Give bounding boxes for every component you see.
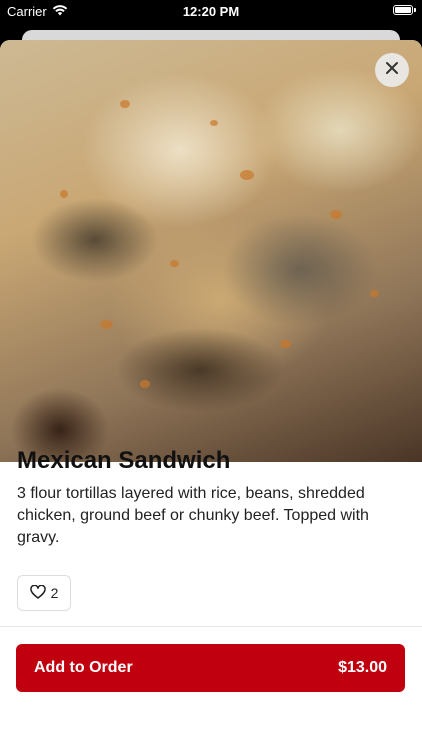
- item-name: Mexican Sandwich: [17, 447, 231, 474]
- divider: [0, 626, 422, 627]
- item-description: 3 flour tortillas layered with rice, bea…: [17, 485, 369, 546]
- close-icon: [385, 61, 399, 80]
- item-info: Mexican Sandwich 3 flour tortillas layer…: [17, 446, 407, 549]
- food-photo: [0, 40, 422, 462]
- status-bar: Carrier 12:20 PM: [0, 0, 422, 24]
- like-button[interactable]: 2: [17, 575, 71, 611]
- battery-icon: [393, 5, 416, 15]
- add-to-order-button[interactable]: Add to Order $13.00: [16, 644, 405, 692]
- add-to-order-label: Add to Order: [34, 659, 133, 676]
- close-button[interactable]: [375, 53, 409, 87]
- like-count: 2: [50, 585, 59, 601]
- status-time: 12:20 PM: [182, 4, 240, 19]
- heart-icon: [29, 584, 46, 602]
- item-price: $13.00: [338, 659, 387, 676]
